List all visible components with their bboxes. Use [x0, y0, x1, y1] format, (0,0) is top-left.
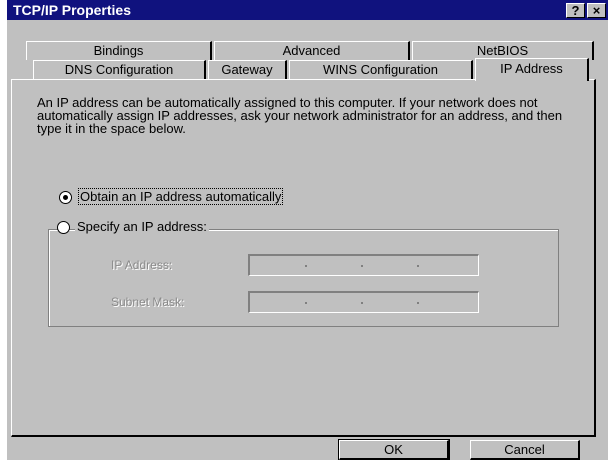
tab-advanced[interactable]: Advanced — [214, 41, 410, 60]
description-text: An IP address can be automatically assig… — [37, 95, 563, 136]
title-bar[interactable]: TCP/IP Properties ? × — [7, 0, 608, 20]
subnet-dot-2 — [361, 302, 363, 304]
window-title: TCP/IP Properties — [13, 2, 132, 18]
obtain-auto-label[interactable]: Obtain an IP address automatically — [77, 188, 284, 205]
ip-address-label: IP Address: — [111, 258, 173, 272]
tab-gateway[interactable]: Gateway — [208, 60, 287, 79]
ip-dot-3 — [417, 265, 419, 267]
tab-wins-configuration[interactable]: WINS Configuration — [289, 60, 473, 79]
specify-ip-label[interactable]: Specify an IP address: — [75, 219, 209, 234]
subnet-mask-field — [248, 291, 479, 313]
subnet-dot-1 — [305, 302, 307, 304]
tab-bindings[interactable]: Bindings — [26, 41, 212, 60]
subnet-mask-label: Subnet Mask: — [111, 295, 185, 309]
obtain-auto-radio[interactable] — [59, 191, 72, 204]
ip-dot-1 — [305, 265, 307, 267]
cancel-button[interactable]: Cancel — [470, 440, 580, 460]
close-button[interactable]: × — [587, 3, 606, 18]
ip-dot-2 — [361, 265, 363, 267]
subnet-dot-3 — [417, 302, 419, 304]
tab-dns-configuration[interactable]: DNS Configuration — [33, 60, 206, 79]
ok-button[interactable]: OK — [338, 439, 450, 460]
ip-address-field — [248, 254, 479, 276]
help-button[interactable]: ? — [566, 3, 585, 18]
tab-ip-address[interactable]: IP Address — [475, 58, 589, 81]
specify-ip-radio[interactable] — [57, 221, 70, 234]
